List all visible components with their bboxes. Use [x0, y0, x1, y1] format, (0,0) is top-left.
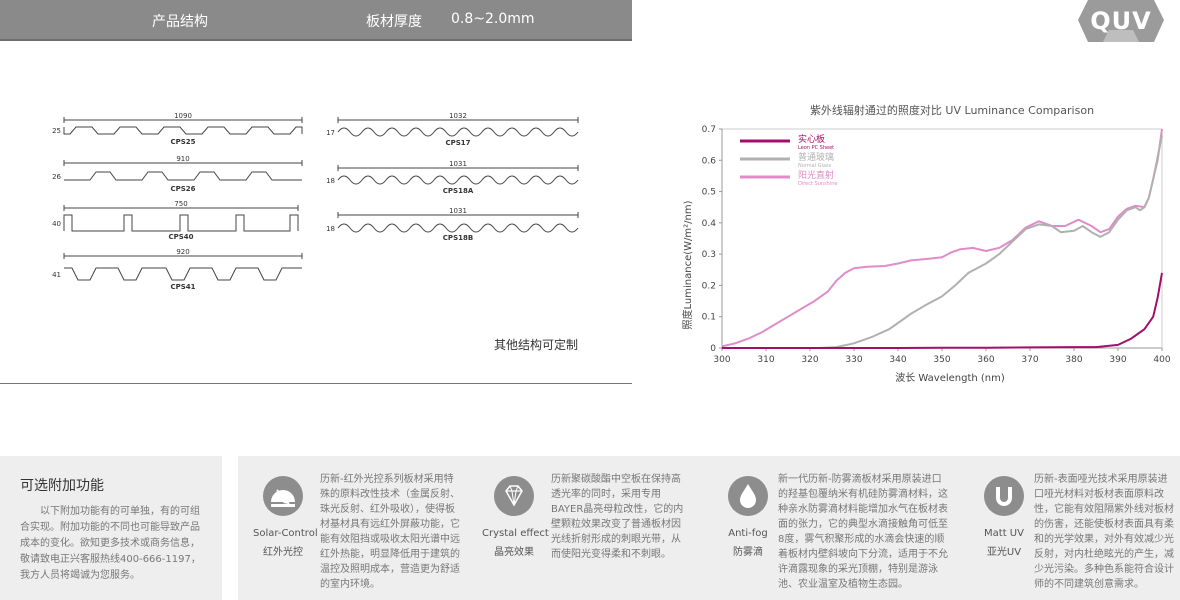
uv-luminance-chart: 紫外线辐射通过的照度对比 UV Luminance Comparison 300…	[672, 96, 1180, 396]
x-tick-label: 310	[757, 355, 774, 365]
profile-height: 18	[326, 225, 335, 233]
profile-name: CPS18B	[443, 234, 473, 242]
y-tick-label: 0.1	[702, 313, 716, 323]
profile-name: CPS25	[170, 138, 195, 146]
x-tick-label: 380	[1065, 355, 1082, 365]
x-tick-label: 320	[801, 355, 818, 365]
thickness-label: 板材厚度	[366, 14, 422, 30]
x-tick-label: 330	[845, 355, 862, 365]
y-tick-label: 0.2	[702, 281, 716, 291]
legend-label: 阳光直射	[798, 169, 834, 181]
legend-label-en: Leon PC Sheet	[798, 145, 834, 151]
y-tick-label: 0.5	[702, 188, 716, 198]
profile-height: 18	[326, 177, 335, 185]
profile-name: CPS40	[168, 233, 193, 241]
x-tick-label: 390	[1109, 355, 1126, 365]
u-shape-icon	[984, 476, 1024, 516]
x-tick-label: 300	[713, 355, 730, 365]
feature-label-en: Anti-fog	[728, 528, 768, 539]
feature-text: 历新-表面哑光技术采用原装进口哑光材料对板材表面原料改性，它能有效阻隔紫外线对板…	[1034, 474, 1174, 590]
feature-label-cn: 亚光UV	[986, 547, 1022, 558]
logo-text: QUV	[1090, 7, 1152, 35]
thickness-value: 0.8~2.0mm	[451, 11, 535, 27]
plot-frame	[721, 128, 1163, 349]
features-panel: Solar-Control 红外光控 历新-红外光控系列板材采用特殊的原料改性技…	[238, 456, 1180, 600]
optional-features-panel: 可选附加功能 以下附加功能有的可单独，有的可组合实现。附加功能的不同也可能导致产…	[0, 456, 222, 600]
divider	[0, 383, 632, 384]
quv-logo: QUV	[1078, 0, 1164, 42]
legend-label: 实心板	[798, 133, 825, 145]
y-tick-label: 0.6	[702, 156, 717, 166]
feature-label-en: Matt UV	[984, 528, 1024, 539]
feature-text: 历新-红外光控系列板材采用特殊的原料改性技术（金属反射、珠光反射、红外吸收），使…	[320, 474, 460, 590]
page: 产品结构 板材厚度 0.8~2.0mm QUV 1090 25 CPS25 91…	[0, 0, 1180, 600]
optional-features-title: 可选附加功能	[20, 478, 104, 494]
x-tick-label: 340	[889, 355, 906, 365]
y-tick-label: 0.4	[702, 219, 717, 229]
feature-label-en: Solar-Control	[253, 528, 318, 539]
profile-width: 1031	[449, 207, 467, 215]
profile-width: 750	[174, 200, 187, 208]
profile-name: CPS17	[445, 139, 470, 147]
product-structure-title: 产品结构	[152, 14, 208, 30]
x-axis-label: 波长 Wavelength (nm)	[895, 371, 1005, 384]
x-tick-label: 350	[933, 355, 950, 365]
profile-height: 17	[326, 129, 335, 137]
series-line-2	[721, 128, 1163, 348]
feature-label-cn: 防雾滴	[733, 547, 763, 558]
header-band: 产品结构 板材厚度 0.8~2.0mm	[0, 0, 632, 41]
feature-label-cn: 红外光控	[263, 547, 303, 558]
profile-name: CPS26	[170, 185, 195, 193]
diamond-icon	[494, 476, 534, 516]
profile-height: 41	[52, 271, 61, 279]
solar-control-icon	[263, 476, 303, 516]
feature-text: 历新聚碳酸酯中空板在保持高透光率的同时，采用专用BAYER晶亮母粒改性，它的内壁…	[551, 474, 684, 560]
drop-icon	[728, 476, 768, 516]
y-tick-label: 0.3	[702, 250, 716, 260]
profile-width: 1090	[174, 112, 192, 120]
optional-features-text: 以下附加功能有的可单独，有的可组合实现。附加功能的不同也可能导致产品成本的变化。…	[20, 506, 201, 581]
x-tick-label: 400	[1153, 355, 1170, 365]
profile-height: 40	[52, 220, 61, 228]
legend-label-en: Normal Glass	[798, 163, 832, 169]
chart-svg: 紫外线辐射通过的照度对比 UV Luminance Comparison 300…	[681, 103, 1171, 384]
chart-title: 紫外线辐射通过的照度对比 UV Luminance Comparison	[810, 103, 1094, 117]
profile-height: 26	[52, 173, 61, 181]
series-line-0	[722, 272, 1163, 349]
y-axis-label: 照度Luminance(W/m²/nm)	[681, 200, 694, 329]
profiles-svg: 1090 25 CPS25 910 26 CPS26 750 40 CPS40 …	[52, 112, 579, 291]
profile-width: 910	[176, 155, 189, 163]
feature-label-en: Crystal effect	[482, 528, 549, 539]
profiles-area: 1090 25 CPS25 910 26 CPS26 750 40 CPS40 …	[0, 100, 632, 310]
profile-height: 25	[52, 127, 61, 135]
profile-width: 920	[176, 248, 189, 256]
x-tick-label: 370	[1021, 355, 1038, 365]
legend-label-en: Direct Sunshine	[798, 181, 837, 187]
profile-name: CPS41	[170, 283, 195, 291]
legend-label: 普通玻璃	[798, 151, 834, 163]
profile-width: 1031	[449, 160, 467, 168]
x-tick-label: 360	[977, 355, 994, 365]
y-tick-label: 0.7	[702, 125, 716, 135]
feature-label-cn: 晶亮效果	[494, 547, 534, 558]
custom-structure-note: 其他结构可定制	[494, 338, 579, 352]
profile-name: CPS18A	[443, 187, 474, 195]
y-tick-label: 0	[710, 344, 716, 354]
profile-width: 1032	[449, 112, 467, 120]
feature-text: 新一代历新-防雾滴板材采用原装进口的羟基包覆纳米有机硅防雾滴材料，这种亲水防雾滴…	[778, 474, 948, 590]
